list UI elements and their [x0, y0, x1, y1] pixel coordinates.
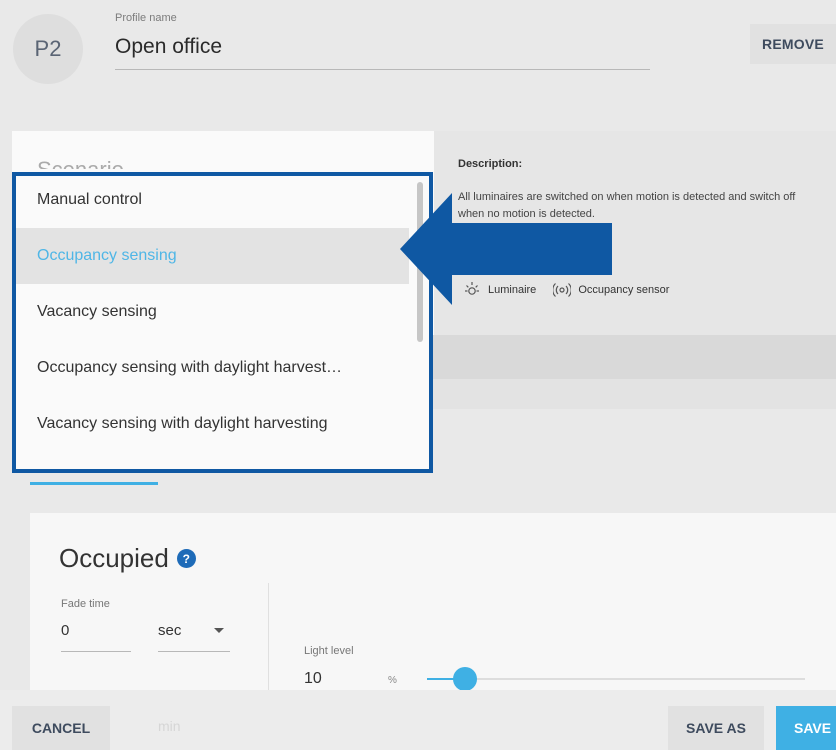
fade-time-unit-select[interactable]: sec	[158, 622, 230, 652]
dropdown-option-occupancy-daylight[interactable]: Occupancy sensing with daylight harvest…	[16, 340, 409, 396]
fade-time-unit-value: sec	[158, 622, 182, 639]
dropdown-option-vacancy-sensing[interactable]: Vacancy sensing	[16, 284, 409, 340]
cancel-button[interactable]: CANCEL	[12, 706, 110, 750]
dropdown-option-occupancy-sensing[interactable]: Occupancy sensing	[16, 228, 409, 284]
fade-time-label: Fade time	[61, 598, 110, 610]
callout-arrow-icon	[400, 193, 612, 305]
profile-name-label: Profile name	[115, 12, 177, 24]
description-title: Description:	[458, 158, 523, 170]
active-tab-indicator	[30, 482, 158, 485]
column-divider	[268, 583, 269, 693]
dropdown-option-manual-control[interactable]: Manual control	[16, 176, 409, 228]
dropdown-option-vacancy-daylight[interactable]: Vacancy sensing with daylight harvesting	[16, 396, 409, 452]
save-button[interactable]: SAVE	[776, 706, 836, 750]
occupied-title-text: Occupied	[59, 543, 169, 573]
profile-name-input[interactable]: Open office	[115, 34, 650, 70]
light-level-unit: %	[388, 675, 397, 686]
save-as-button[interactable]: SAVE AS	[668, 706, 764, 750]
fade-time-input[interactable]: 0	[61, 622, 131, 652]
avatar-text: P2	[34, 36, 62, 61]
hidden-unit-text: min	[158, 718, 181, 734]
light-level-input[interactable]: 10	[304, 670, 322, 688]
scenario-select-label[interactable]: Scenario	[37, 155, 124, 169]
remove-button[interactable]: REMOVE	[750, 24, 836, 64]
footer-bar: CANCEL min SAVE AS SAVE	[0, 690, 836, 750]
help-icon[interactable]: ?	[176, 549, 196, 568]
occupied-card: Occupied ? Fade time 0 sec Light level 1…	[30, 513, 836, 693]
occupied-title: Occupied ?	[59, 543, 196, 574]
profile-avatar: P2	[13, 14, 83, 84]
scenario-dropdown[interactable]: Manual control Occupancy sensing Vacancy…	[12, 172, 433, 473]
light-level-label: Light level	[304, 645, 354, 657]
light-level-slider-thumb[interactable]	[452, 667, 477, 691]
light-level-slider-track[interactable]	[427, 678, 805, 680]
chevron-down-icon	[214, 628, 224, 633]
